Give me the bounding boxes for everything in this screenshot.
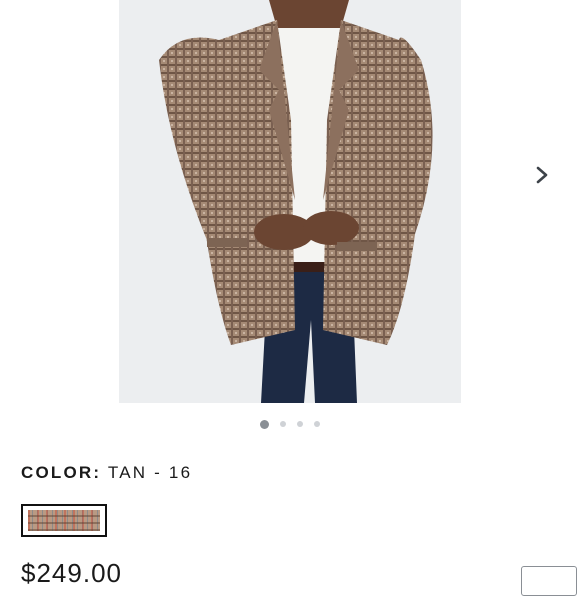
color-swatch[interactable] — [21, 504, 107, 537]
next-image-button[interactable] — [528, 160, 556, 190]
swatch-fabric — [28, 510, 100, 531]
quantity-or-size-control[interactable] — [521, 566, 577, 596]
product-photo — [119, 0, 461, 403]
carousel-indicator — [0, 418, 580, 430]
color-selection-label: COLOR: TAN - 16 — [21, 463, 192, 483]
carousel-dot[interactable] — [280, 421, 286, 427]
chevron-right-icon — [536, 166, 548, 184]
color-label: COLOR: — [21, 463, 102, 482]
product-image-gallery[interactable] — [0, 0, 580, 440]
carousel-dot[interactable] — [297, 421, 303, 427]
color-value: TAN - 16 — [107, 463, 193, 482]
product-price: $249.00 — [21, 558, 122, 588]
carousel-dot[interactable] — [314, 421, 320, 427]
carousel-dot[interactable] — [260, 419, 269, 429]
